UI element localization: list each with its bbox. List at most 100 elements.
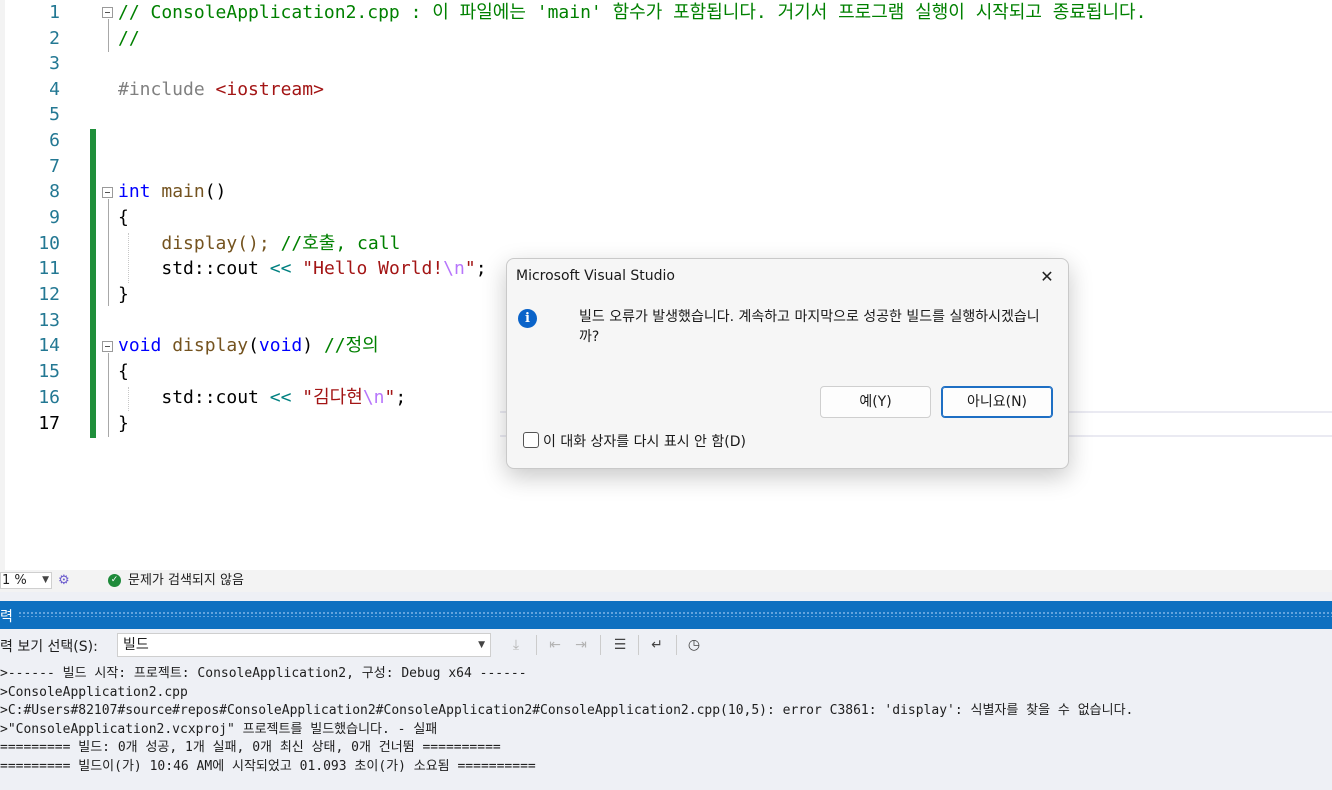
- output-toolbar: 력 보기 선택(S): 빌드 ▼ ⤓ ⇤ ⇥ ☰ ↵ ◷: [0, 629, 1332, 661]
- include-header: <iostream>: [215, 79, 324, 100]
- string-literal: "Hello World!: [302, 258, 444, 279]
- fold-guide: [108, 19, 109, 52]
- code-comment: //호출, call: [280, 233, 401, 254]
- toolbar-separator: [676, 635, 677, 655]
- string-literal: ": [464, 258, 476, 279]
- line-number: 13: [38, 310, 60, 331]
- code-comment: //정의: [323, 335, 379, 356]
- dialog-title: Microsoft Visual Studio: [516, 268, 675, 284]
- intellicode-icon[interactable]: ⚙: [58, 573, 70, 588]
- go-to-line-icon[interactable]: ⤓: [505, 634, 527, 656]
- escape-sequence: \n: [443, 258, 465, 279]
- editor-status-bar: 1 % ▼ ⚙ ✓ 문제가 검색되지 않음: [0, 570, 1332, 592]
- output-line: >ConsoleApplication2.cpp: [0, 685, 188, 700]
- chevron-down-icon: ▼: [478, 640, 485, 650]
- function-name: main: [161, 181, 205, 202]
- yes-button[interactable]: 예(Y): [820, 386, 931, 418]
- close-icon[interactable]: ✕: [1032, 263, 1062, 291]
- line-number: 10: [38, 233, 60, 254]
- output-line: ========= 빌드이(가) 10:46 AM에 시작되었고 01.093 …: [0, 759, 536, 774]
- code-line-17[interactable]: }: [118, 411, 129, 437]
- line-number: 6: [49, 130, 60, 151]
- show-output-value: 빌드: [123, 637, 149, 653]
- dialog-message: 빌드 오류가 발생했습니다. 계속하고 마지막으로 성공한 빌드를 실행하시겠습…: [579, 309, 1040, 345]
- output-panel-title-bar[interactable]: 력: [0, 601, 1332, 629]
- output-text-area[interactable]: >------ 빌드 시작: 프로젝트: ConsoleApplication2…: [0, 661, 1332, 790]
- previous-message-icon[interactable]: ⇤: [544, 634, 566, 656]
- toolbar-separator: [536, 635, 537, 655]
- no-button[interactable]: 아니요(N): [941, 386, 1053, 418]
- line-number: 12: [38, 284, 60, 305]
- show-output-select[interactable]: 빌드 ▼: [117, 633, 491, 657]
- line-number: 4: [49, 79, 60, 100]
- output-line: >"ConsoleApplication2.vcxproj" 프로젝트를 빌드했…: [0, 722, 438, 737]
- zoom-level-select[interactable]: 1 % ▼: [0, 572, 52, 589]
- clock-icon[interactable]: ◷: [683, 634, 705, 656]
- change-tracking-bar: [90, 129, 96, 438]
- code-punct: (: [248, 335, 259, 356]
- check-circle-icon: ✓: [108, 574, 121, 587]
- panel-splitter[interactable]: [0, 592, 1332, 601]
- line-number: 14: [38, 335, 60, 356]
- fold-guide: [108, 199, 109, 306]
- line-number: 16: [38, 387, 60, 408]
- zoom-level-value: 1 %: [2, 573, 27, 588]
- fold-toggle-icon[interactable]: [102, 7, 113, 18]
- fold-toggle-icon[interactable]: [102, 341, 113, 352]
- chevron-down-icon: ▼: [42, 575, 49, 585]
- line-number: 15: [38, 361, 60, 382]
- dont-show-again-checkbox[interactable]: [523, 432, 539, 448]
- line-number: 11: [38, 258, 60, 279]
- function-call: display();: [161, 233, 270, 254]
- string-literal: ": [384, 387, 396, 408]
- fold-guide: [108, 353, 109, 437]
- word-wrap-icon[interactable]: ↵: [646, 634, 668, 656]
- show-output-label: 력 보기 선택(S):: [0, 639, 98, 655]
- function-name: display: [172, 335, 249, 356]
- code-line-11[interactable]: std::cout << "Hello World!\n";: [118, 256, 487, 282]
- output-line: ========= 빌드: 0개 성공, 1개 실패, 0개 최신 상태, 0개…: [0, 740, 501, 755]
- preprocessor-directive: #include: [118, 79, 205, 100]
- toolbar-separator: [600, 635, 601, 655]
- code-line-14[interactable]: void display(void) //정의: [118, 333, 379, 359]
- clear-all-icon[interactable]: ☰: [609, 634, 631, 656]
- code-identifier: std::cout: [161, 258, 259, 279]
- code-operator: <<: [269, 387, 292, 408]
- code-line-2[interactable]: //: [118, 26, 140, 52]
- string-literal: "김다현: [302, 387, 363, 408]
- code-line-12[interactable]: }: [118, 282, 129, 308]
- keyword: void: [118, 335, 162, 356]
- code-line-10[interactable]: display(); //호출, call: [118, 231, 400, 257]
- line-number: 5: [49, 104, 60, 125]
- code-operator: <<: [269, 258, 292, 279]
- fold-toggle-icon[interactable]: [102, 187, 113, 198]
- output-panel-title: 력: [0, 609, 13, 625]
- keyword: int: [118, 181, 151, 202]
- code-line-4[interactable]: #include <iostream>: [118, 77, 324, 103]
- dont-show-again-label[interactable]: 이 대화 상자를 다시 표시 안 함(D): [543, 431, 746, 451]
- code-line-9[interactable]: {: [118, 205, 129, 231]
- line-number: 1: [49, 2, 60, 23]
- code-line-16[interactable]: std::cout << "김다현\n";: [118, 385, 406, 411]
- line-number-gutter: 1 2 3 4 5 6 7 8 9 10 11 12 13 14 15 16 1…: [5, 0, 65, 570]
- line-number: 7: [49, 156, 60, 177]
- line-number: 8: [49, 181, 60, 202]
- title-grip: [18, 611, 1332, 617]
- next-message-icon[interactable]: ⇥: [570, 634, 592, 656]
- info-icon: i: [518, 309, 537, 328]
- code-punct: ;: [475, 258, 487, 279]
- line-number: 9: [49, 207, 60, 228]
- output-line: >------ 빌드 시작: 프로젝트: ConsoleApplication2…: [0, 666, 527, 681]
- code-line-1[interactable]: // ConsoleApplication2.cpp : 이 파일에는 'mai…: [118, 0, 1146, 26]
- keyword: void: [258, 335, 303, 356]
- line-number: 3: [49, 53, 60, 74]
- code-identifier: std::cout: [161, 387, 259, 408]
- issues-status[interactable]: 문제가 검색되지 않음: [128, 572, 244, 590]
- code-punct: (): [204, 181, 227, 202]
- code-line-8[interactable]: int main(): [118, 179, 226, 205]
- line-number: 2: [49, 28, 60, 49]
- escape-sequence: \n: [362, 387, 385, 408]
- output-line-error: >C:#Users#82107#source#repos#ConsoleAppl…: [0, 703, 1134, 718]
- code-punct: ): [302, 335, 314, 356]
- code-line-15[interactable]: {: [118, 359, 129, 385]
